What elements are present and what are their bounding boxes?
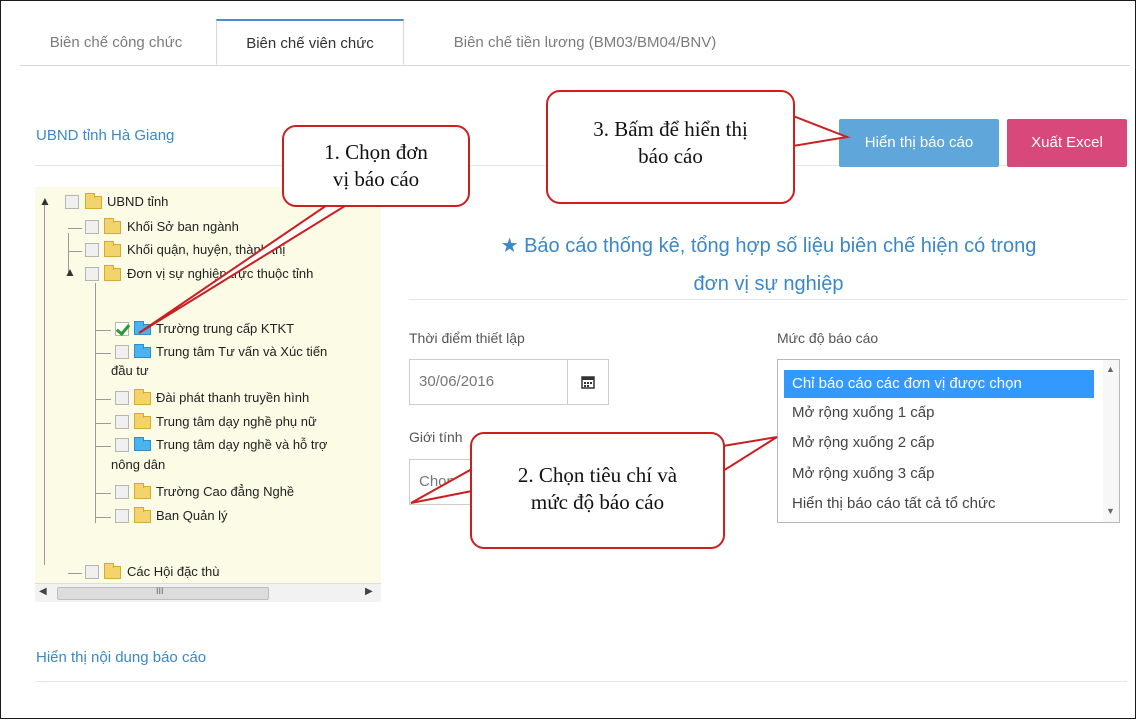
callout-show-report: 3. Bấm để hiển thị báo cáo — [546, 90, 795, 204]
callout-2-line2: mức độ báo cáo — [530, 490, 665, 514]
callout-select-unit: 1. Chọn đơn vị báo cáo — [282, 125, 470, 207]
callout-1-line1: 1. Chọn đơn — [324, 140, 428, 164]
window-frame: Biên chế công chức Biên chế viên chức Bi… — [0, 0, 1136, 719]
callout-1-line2: vị báo cáo — [332, 167, 420, 191]
callout-3-line2: báo cáo — [638, 144, 703, 168]
callout-2-pointer-right — [722, 436, 778, 473]
callout-select-criteria: 2. Chọn tiêu chí và mức độ báo cáo — [470, 432, 725, 549]
callout-3-pointer — [792, 114, 851, 148]
callout-2-pointer-left — [410, 467, 473, 504]
callout-1-pointer — [138, 200, 357, 334]
callout-2-line1: 2. Chọn tiêu chí và — [517, 463, 678, 487]
callout-3-line1: 3. Bấm để hiển thị — [593, 117, 748, 141]
